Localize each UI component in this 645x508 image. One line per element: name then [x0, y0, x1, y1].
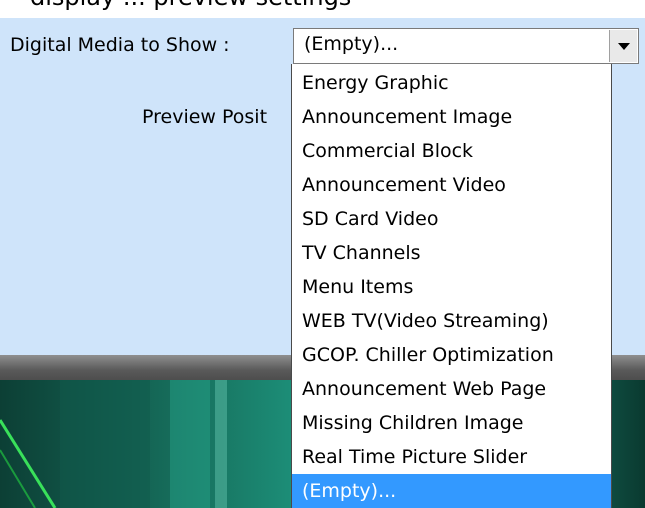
preview-position-label: Preview Posit: [142, 106, 268, 128]
chevron-down-icon: [618, 43, 630, 50]
dropdown-option[interactable]: Missing Children Image: [292, 406, 611, 440]
dropdown-option[interactable]: Announcement Web Page: [292, 372, 611, 406]
dropdown-toggle-button[interactable]: [609, 30, 637, 62]
dropdown-option[interactable]: WEB TV(Video Streaming): [292, 304, 611, 338]
dropdown-option[interactable]: Menu Items: [292, 270, 611, 304]
digital-media-select[interactable]: (Empty)...: [293, 28, 639, 64]
digital-media-label: Digital Media to Show :: [10, 34, 230, 56]
header-strip: display ... preview settings: [0, 0, 645, 18]
digital-media-select-value: (Empty)...: [304, 33, 399, 55]
dropdown-option[interactable]: TV Channels: [292, 236, 611, 270]
screen: display ... preview settings Digital Med…: [0, 0, 645, 508]
dropdown-option[interactable]: Commercial Block: [292, 134, 611, 168]
header-text: display ... preview settings: [30, 0, 351, 11]
dropdown-option[interactable]: Real Time Picture Slider: [292, 440, 611, 474]
dropdown-option[interactable]: GCOP. Chiller Optimization: [292, 338, 611, 372]
dropdown-option[interactable]: Energy Graphic: [292, 66, 611, 100]
dropdown-option[interactable]: SD Card Video: [292, 202, 611, 236]
dropdown-option[interactable]: Announcement Video: [292, 168, 611, 202]
dropdown-option[interactable]: Announcement Image: [292, 100, 611, 134]
digital-media-dropdown-list: Energy Graphic Announcement Image Commerci…: [291, 64, 612, 508]
dropdown-option[interactable]: (Empty)...: [292, 474, 611, 508]
